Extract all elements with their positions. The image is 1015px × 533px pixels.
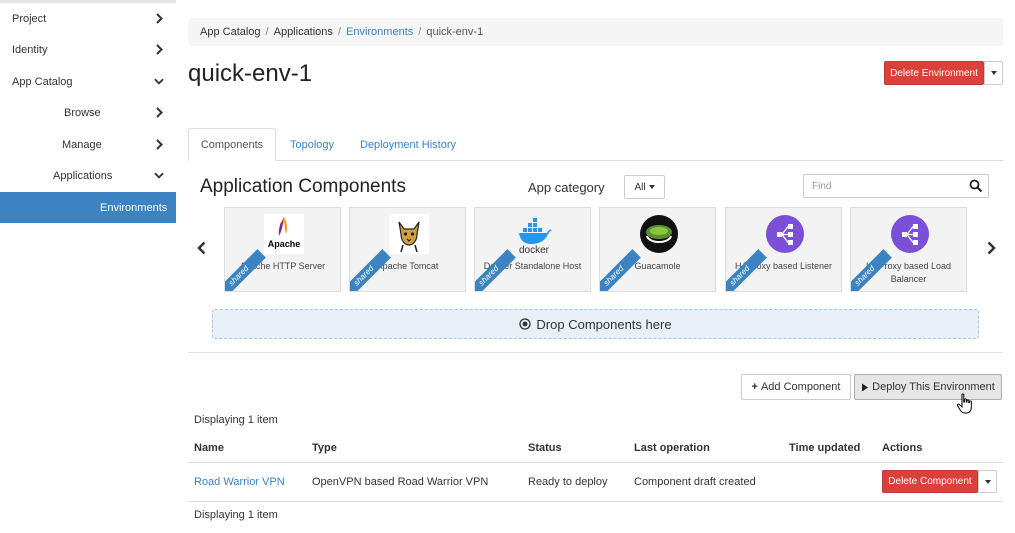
sidebar: Project Identity App Catalog Browse Mana… (0, 0, 176, 533)
component-card-guacamole[interactable]: Guacamole shared (599, 207, 716, 292)
apache-logo-icon: Apache (264, 214, 304, 254)
sidebar-item-label: Browse (64, 106, 101, 119)
haproxy-logo-icon (890, 214, 930, 254)
sidebar-item-browse[interactable]: Browse (0, 97, 176, 128)
app-category-select[interactable]: All (624, 175, 665, 199)
tab-components[interactable]: Components (188, 128, 276, 161)
hand-cursor-icon (956, 393, 972, 414)
chevron-right-icon (154, 13, 164, 25)
app-category-value: All (634, 181, 646, 193)
plus-icon: + (751, 381, 758, 393)
apache-logo-text: Apache (268, 239, 301, 249)
delete-environment-button[interactable]: Delete Environment (884, 61, 984, 85)
sidebar-item-identity[interactable]: Identity (0, 34, 176, 65)
caret-down-icon (648, 185, 655, 189)
breadcrumb-separator: / (265, 26, 269, 38)
play-icon (862, 383, 869, 391)
sidebar-item-label: Identity (12, 43, 48, 56)
tomcat-logo-icon (389, 214, 429, 254)
sidebar-item-manage[interactable]: Manage (0, 129, 176, 160)
column-header-type[interactable]: Type (312, 442, 337, 454)
page-title: quick-env-1 (188, 60, 313, 87)
guacamole-logo-icon (639, 214, 679, 254)
sidebar-item-environments[interactable]: Environments (0, 192, 176, 223)
component-last-operation: Component draft created (634, 476, 756, 488)
sidebar-item-project[interactable]: Project (0, 3, 176, 34)
column-header-name[interactable]: Name (194, 442, 224, 454)
app-category-label: App category (528, 180, 605, 195)
caret-down-icon (984, 479, 991, 484)
displaying-count-bottom: Displaying 1 item (194, 509, 278, 521)
section-divider (188, 352, 1003, 353)
column-header-last-operation[interactable]: Last operation (634, 442, 710, 454)
component-status: Ready to deploy (528, 476, 608, 488)
column-header-actions: Actions (882, 442, 923, 454)
chevron-down-icon (154, 76, 164, 88)
component-type: OpenVPN based Road Warrior VPN (312, 476, 489, 488)
deploy-environment-button[interactable]: Deploy This Environment (854, 374, 1002, 400)
displaying-count-top: Displaying 1 item (194, 414, 278, 426)
tab-topology[interactable]: Topology (280, 128, 344, 161)
drop-zone-label: Drop Components here (536, 316, 672, 332)
drop-components-zone[interactable]: Drop Components here (212, 309, 979, 339)
chevron-down-icon (154, 170, 164, 182)
breadcrumb-current: quick-env-1 (426, 26, 484, 38)
chevron-right-icon (154, 139, 164, 151)
delete-component-dropdown-toggle[interactable] (978, 470, 997, 493)
breadcrumb-separator: / (418, 26, 422, 38)
delete-component-button[interactable]: Delete Component (882, 470, 978, 493)
carousel-prev-icon[interactable] (194, 240, 208, 256)
table-header: Name Type Status Last operation Time upd… (188, 436, 1003, 462)
target-icon (519, 318, 532, 330)
sidebar-item-label: Project (12, 12, 47, 25)
tab-deployment-history[interactable]: Deployment History (350, 128, 466, 161)
sidebar-item-applications[interactable]: Applications (0, 160, 176, 191)
breadcrumb-app-catalog[interactable]: App Catalog (200, 26, 261, 38)
chevron-right-icon (154, 107, 164, 119)
sidebar-item-label: App Catalog (12, 75, 73, 88)
add-component-button[interactable]: + Add Component (741, 374, 851, 400)
column-header-time-updated[interactable]: Time updated (789, 442, 860, 454)
docker-logo-icon: docker (514, 214, 554, 254)
search-icon[interactable] (969, 179, 983, 193)
deploy-environment-label: Deploy This Environment (872, 381, 995, 393)
breadcrumb-separator: / (337, 26, 341, 38)
sidebar-item-label: Applications (53, 169, 113, 182)
table-row: Road Warrior VPN OpenVPN based Road Warr… (188, 462, 1003, 502)
component-name-link[interactable]: Road Warrior VPN (194, 476, 285, 488)
chevron-right-icon (154, 44, 164, 56)
sidebar-item-label: Manage (62, 138, 102, 151)
component-card-docker-standalone[interactable]: docker Docker Standalone Host shared (474, 207, 591, 292)
delete-environment-dropdown-toggle[interactable] (984, 61, 1003, 85)
breadcrumb: App Catalog / Applications / Environment… (188, 18, 1003, 46)
haproxy-logo-icon (765, 214, 805, 254)
section-title: Application Components (200, 176, 406, 197)
sidebar-item-app-catalog[interactable]: App Catalog (0, 66, 176, 97)
breadcrumb-environments[interactable]: Environments (346, 26, 413, 38)
find-input[interactable] (803, 174, 989, 198)
component-card-apache-http[interactable]: Apache Apache HTTP Server shared (224, 207, 341, 292)
column-header-status[interactable]: Status (528, 442, 562, 454)
component-card-haproxy-listener[interactable]: HAProxy based Listener shared (725, 207, 842, 292)
breadcrumb-applications[interactable]: Applications (274, 26, 333, 38)
component-card-haproxy-load-balancer[interactable]: HAProxy based Load Balancer shared (850, 207, 967, 292)
caret-down-icon (990, 71, 997, 75)
sidebar-item-label: Environments (100, 201, 168, 214)
add-component-label: Add Component (760, 381, 841, 393)
carousel-next-icon[interactable] (984, 240, 998, 256)
docker-logo-text: docker (519, 245, 550, 254)
component-card-apache-tomcat[interactable]: Apache Tomcat shared (349, 207, 466, 292)
